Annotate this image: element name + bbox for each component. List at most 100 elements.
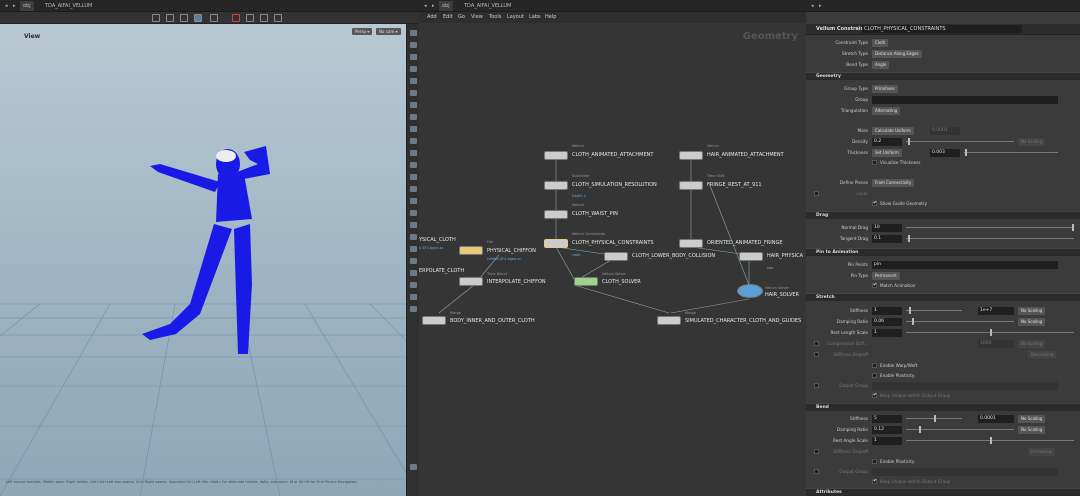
path-node[interactable]: TDA_AIFAI_VELLUM xyxy=(461,1,514,11)
pin-type-menu[interactable]: Permanent xyxy=(872,272,900,280)
group-type-menu[interactable]: Primitives xyxy=(872,85,898,93)
menu-labs[interactable]: Labs xyxy=(529,14,541,20)
tool-icon[interactable] xyxy=(410,186,417,192)
menu-layout[interactable]: Layout xyxy=(507,14,524,20)
tangent-drag-field[interactable]: 0.1 xyxy=(872,235,902,243)
rest-angle-field[interactable]: 1 xyxy=(872,437,902,445)
node-name-field[interactable]: CLOTH_PHYSICAL_CONSTRAINTS xyxy=(862,25,1022,33)
3d-viewport[interactable] xyxy=(0,24,419,496)
section-pin[interactable]: Pin to Animation xyxy=(806,248,1080,256)
node-icon[interactable] xyxy=(459,277,483,286)
bend-output-checkbox[interactable] xyxy=(814,469,819,474)
normal-drag-field[interactable]: 10 xyxy=(872,224,902,232)
compression-scale[interactable]: No Scaling xyxy=(1018,340,1046,348)
forward-arrow-icon[interactable]: ▸ xyxy=(429,1,438,11)
rest-angle-slider[interactable] xyxy=(906,437,1074,444)
menu-go[interactable]: Go xyxy=(458,14,465,20)
camera-menu[interactable]: No cam ▾ xyxy=(376,28,401,35)
tool-icon[interactable] xyxy=(410,42,417,48)
node-label[interactable]: INTERPOLATE_CHIFFON xyxy=(487,279,546,285)
density-field[interactable]: 0.2 xyxy=(872,138,902,146)
node-icon[interactable] xyxy=(604,252,628,261)
node-icon[interactable] xyxy=(574,277,598,286)
menu-help[interactable]: Help xyxy=(545,14,556,20)
tool-icon[interactable] xyxy=(410,114,417,120)
tool-icon[interactable] xyxy=(410,66,417,72)
node-label[interactable]: HAIR_SOLVER xyxy=(765,292,799,298)
pin-points-field[interactable]: pin xyxy=(872,261,1058,269)
tool-icon[interactable] xyxy=(410,246,417,252)
tool-icon[interactable] xyxy=(410,282,417,288)
bend-damping-field[interactable]: 0.12 xyxy=(872,426,902,434)
section-attributes[interactable]: Attributes xyxy=(806,488,1080,496)
tool-icon[interactable] xyxy=(410,162,417,168)
thickness-field[interactable]: 0.003 xyxy=(930,149,960,157)
bend-stiffness-field[interactable]: 5 xyxy=(872,415,902,423)
node-label[interactable]: YSICAL_CLOTH xyxy=(419,237,456,243)
tool-icon[interactable] xyxy=(260,14,268,22)
tool-icon[interactable] xyxy=(410,464,417,470)
tool-icon[interactable] xyxy=(166,14,174,22)
tool-icon[interactable] xyxy=(410,210,417,216)
warp-checkbox[interactable] xyxy=(872,363,877,368)
density-scale-menu[interactable]: No Scaling xyxy=(1018,138,1046,146)
tool-icon[interactable] xyxy=(246,14,254,22)
bend-damping-scale[interactable]: No Scaling xyxy=(1018,426,1046,434)
bend-dropoff-mode[interactable]: Increasing xyxy=(1028,448,1055,456)
tool-icon[interactable] xyxy=(152,14,160,22)
tool-icon[interactable] xyxy=(410,174,417,180)
display-icon[interactable] xyxy=(194,14,202,22)
tool-icon[interactable] xyxy=(410,306,417,312)
constraint-type-menu[interactable]: Cloth xyxy=(872,39,889,47)
node-label[interactable]: HAIR_PHYSICA xyxy=(767,253,803,259)
path-obj[interactable]: obj xyxy=(20,1,34,11)
tool-icon[interactable] xyxy=(410,234,417,240)
node-icon[interactable] xyxy=(422,316,446,325)
menu-tools[interactable]: Tools xyxy=(489,14,501,20)
node-icon[interactable] xyxy=(739,252,763,261)
compression-field[interactable]: 1000 xyxy=(978,340,1014,348)
bend-output-field[interactable] xyxy=(872,468,1058,476)
node-icon-selected[interactable] xyxy=(544,239,568,248)
group-field[interactable] xyxy=(872,96,1058,104)
bend-damping-slider[interactable] xyxy=(906,426,1014,433)
node-label[interactable]: ORIENTED_ANIMATED_FRINGE xyxy=(707,240,783,246)
output-group-field[interactable] xyxy=(872,382,1058,390)
stretch-scale-menu[interactable]: No Scaling xyxy=(1018,307,1046,315)
persp-menu[interactable]: Persp ▾ xyxy=(352,28,373,35)
mass-field[interactable]: 0.0001 xyxy=(930,127,960,135)
tool-icon[interactable] xyxy=(410,54,417,60)
layer-checkbox[interactable] xyxy=(814,191,819,196)
tool-icon[interactable] xyxy=(410,126,417,132)
dropoff-checkbox[interactable] xyxy=(814,352,819,357)
node-label[interactable]: SIMULATED_CHARACTER_CLOTH_AND_GUIDES xyxy=(685,318,801,324)
dropoff-mode[interactable]: Decreasing xyxy=(1028,351,1057,359)
tool-icon[interactable] xyxy=(410,294,417,300)
tool-icon[interactable] xyxy=(410,30,417,36)
match-anim-checkbox[interactable] xyxy=(872,282,877,288)
tool-icon[interactable] xyxy=(410,150,417,156)
node-label[interactable]: CLOTH_PHYSICAL_CONSTRAINTS xyxy=(572,240,654,246)
bend-scale-menu[interactable]: No Scaling xyxy=(1018,415,1046,423)
plasticity-checkbox[interactable] xyxy=(872,373,877,378)
stretch-damping-slider[interactable] xyxy=(906,318,1014,325)
rest-length-field[interactable]: 1 xyxy=(872,329,902,337)
thickness-slider[interactable] xyxy=(964,149,1058,156)
tool-icon[interactable] xyxy=(410,138,417,144)
thickness-menu[interactable]: Set Uniform xyxy=(872,149,902,157)
tool-icon[interactable] xyxy=(410,258,417,264)
tool-icon[interactable] xyxy=(410,222,417,228)
forward-arrow-icon[interactable]: ▸ xyxy=(10,1,19,11)
tool-icon[interactable] xyxy=(180,14,188,22)
node-label[interactable]: PHYSICAL_CHIFFON xyxy=(487,248,536,254)
normal-drag-slider[interactable] xyxy=(906,224,1075,231)
node-label[interactable]: CLOTH_WAIST_PIN xyxy=(572,211,618,217)
node-icon[interactable] xyxy=(544,151,568,160)
bend-multiplier[interactable]: 0.0001 xyxy=(978,415,1014,423)
node-label[interactable]: CLOTH_SIMULATION_RESOLUTION xyxy=(572,182,657,188)
stretch-stiffness-slider[interactable] xyxy=(906,307,962,314)
node-icon[interactable] xyxy=(679,151,703,160)
node-icon[interactable] xyxy=(679,239,703,248)
tool-icon[interactable] xyxy=(274,14,282,22)
rest-length-slider[interactable] xyxy=(906,329,1074,336)
